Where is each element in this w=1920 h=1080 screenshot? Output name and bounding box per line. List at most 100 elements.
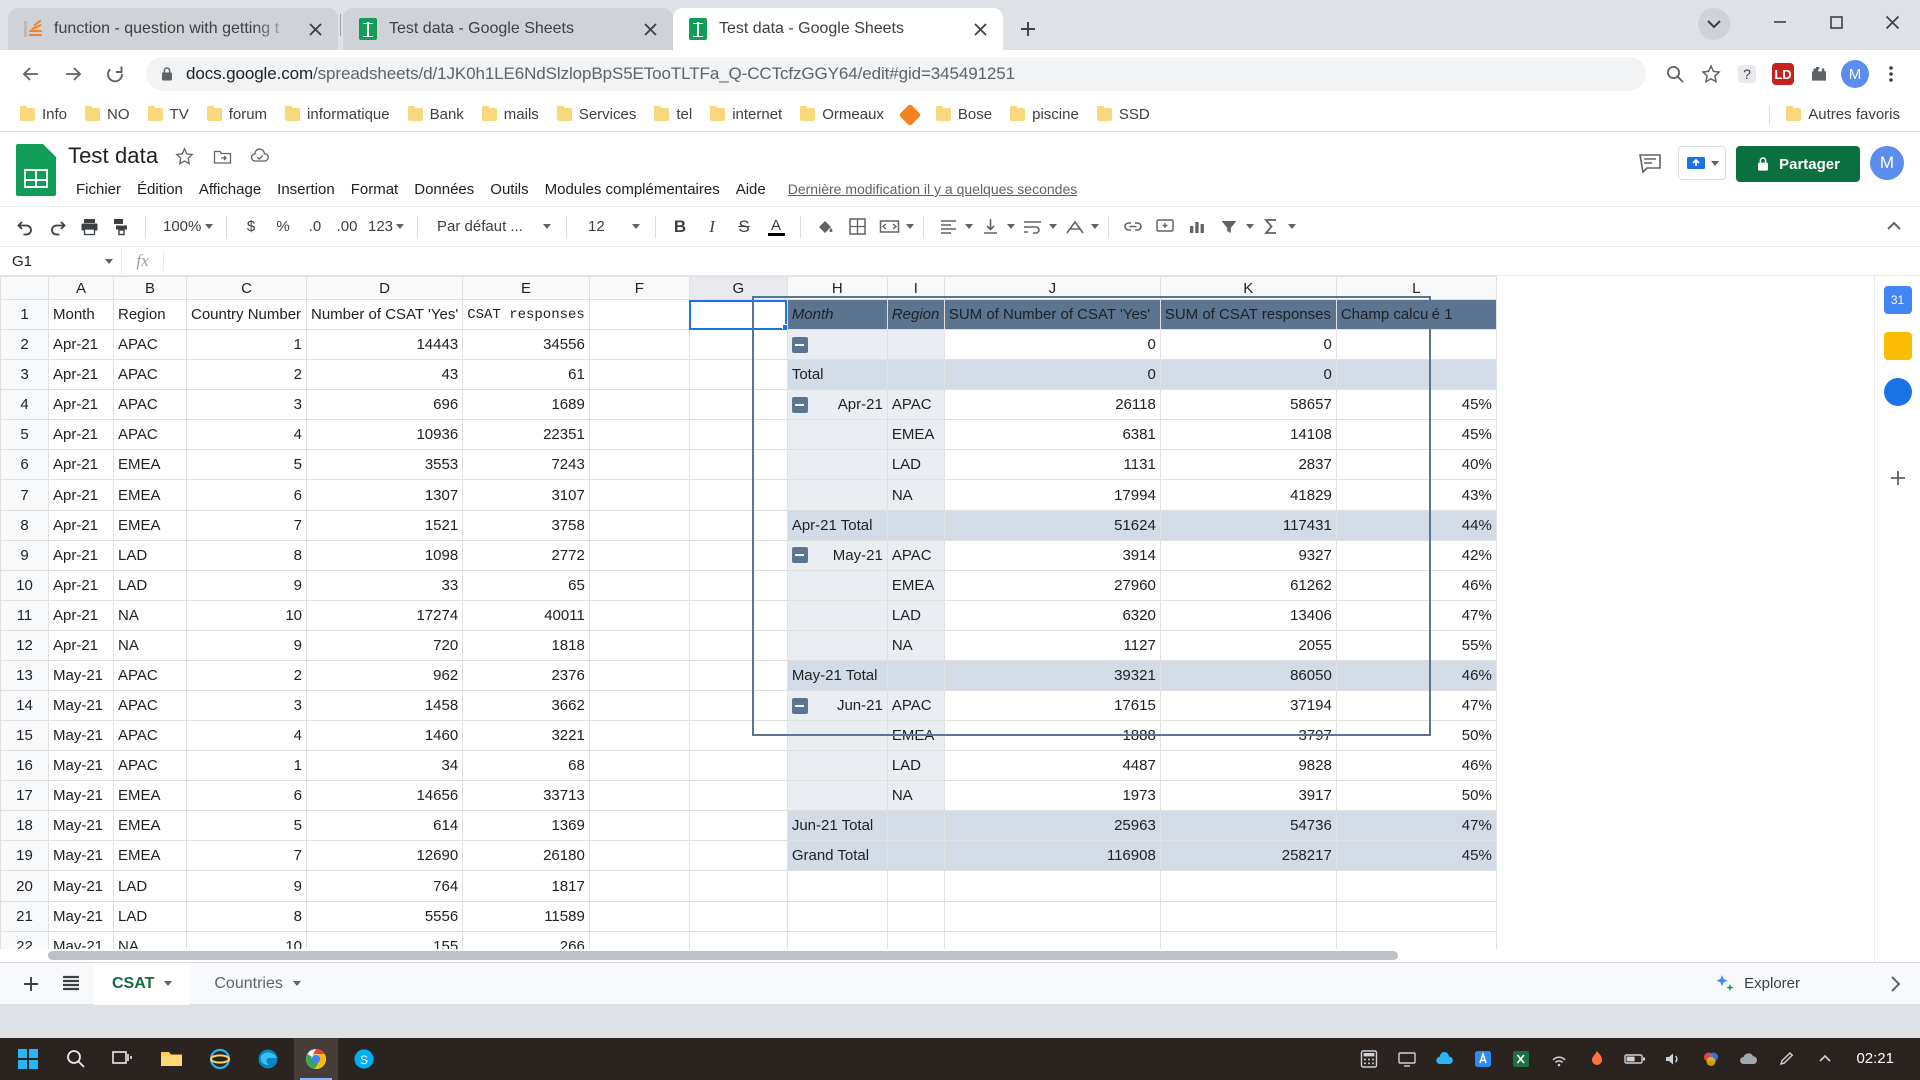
bookmark-services[interactable]: Services — [549, 103, 645, 126]
cell-c12[interactable]: 9 — [186, 629, 307, 661]
cell-e3[interactable]: 61 — [462, 359, 590, 391]
cell-f4[interactable] — [588, 389, 690, 421]
cell-h6[interactable] — [786, 449, 888, 481]
cell-g4[interactable] — [688, 389, 788, 421]
borders-button[interactable] — [842, 212, 872, 242]
share-button[interactable]: Partager — [1736, 146, 1860, 182]
cell-c20[interactable]: 9 — [186, 870, 307, 902]
column-header-k[interactable]: K — [1159, 276, 1337, 300]
cell-i7-pivot-region[interactable]: NA — [886, 479, 945, 511]
increase-decimal-button[interactable]: .00 — [332, 212, 362, 242]
cell-i10-pivot-region[interactable]: EMEA — [886, 569, 945, 601]
cell-k20[interactable] — [1159, 870, 1337, 902]
cell-a16[interactable]: May-21 — [48, 750, 114, 782]
menu-insertion[interactable]: Insertion — [269, 177, 343, 202]
cell-e4[interactable]: 1689 — [462, 389, 590, 421]
cell-k1-pivot-sum-resp-header[interactable]: SUM of CSAT responses — [1159, 298, 1337, 331]
cell-l21[interactable] — [1335, 900, 1497, 932]
chevron-down-icon[interactable] — [906, 224, 915, 229]
column-header-g[interactable]: G — [688, 276, 788, 300]
menu-fichier[interactable]: Fichier — [68, 177, 129, 202]
text-rotation-button[interactable] — [1059, 212, 1089, 242]
cell-d1[interactable]: Number of CSAT 'Yes' — [305, 298, 464, 331]
cell-f8[interactable] — [588, 509, 690, 541]
cell-i11-pivot-region[interactable]: LAD — [886, 599, 945, 631]
cell-j1-pivot-sum-yes-header[interactable]: SUM of Number of CSAT 'Yes' — [943, 298, 1161, 331]
calendar-icon[interactable]: 31 — [1883, 286, 1912, 314]
cell-k15[interactable]: 3797 — [1159, 720, 1337, 752]
flame-icon[interactable] — [1580, 1038, 1614, 1080]
text-color-button[interactable]: A — [761, 212, 791, 242]
cell-j19[interactable]: 116908 — [943, 840, 1161, 872]
cell-a7[interactable]: Apr-21 — [48, 479, 114, 511]
name-box[interactable]: G1 — [0, 247, 122, 275]
row-header[interactable]: 12 — [0, 629, 49, 661]
cell-g15[interactable] — [688, 720, 788, 752]
all-sheets-button[interactable] — [54, 967, 88, 1001]
cell-d3[interactable]: 43 — [305, 359, 464, 391]
bookmark-ssd[interactable]: SSD — [1089, 103, 1158, 126]
cell-h20[interactable] — [786, 870, 888, 902]
last-modification-label[interactable]: Dernière modification il y a quelques se… — [788, 181, 1078, 197]
cell-b14[interactable]: APAC — [113, 690, 187, 722]
cell-e15[interactable]: 3221 — [462, 720, 590, 752]
cell-e5[interactable]: 22351 — [462, 419, 590, 451]
cell-f9[interactable] — [588, 539, 690, 571]
cell-j20[interactable] — [943, 870, 1161, 902]
select-all-corner[interactable] — [0, 276, 49, 300]
cell-i16-pivot-region[interactable]: LAD — [886, 750, 945, 782]
address-bar[interactable]: docs.google.com/spreadsheets/d/1JK0h1LE6… — [146, 57, 1646, 91]
search-icon[interactable] — [54, 1038, 98, 1080]
cell-k13[interactable]: 86050 — [1159, 659, 1337, 692]
cell-c6[interactable]: 5 — [186, 449, 307, 481]
close-icon[interactable] — [967, 16, 993, 42]
more-formats-button[interactable]: 123 — [364, 212, 408, 242]
cell-f21[interactable] — [588, 900, 690, 932]
close-window-button[interactable] — [1864, 0, 1920, 44]
browser-tab-sheets-1[interactable]: Test data - Google Sheets — [343, 8, 673, 50]
bookmark-mails[interactable]: mails — [474, 103, 547, 126]
bookmark-piscine[interactable]: piscine — [1002, 103, 1087, 126]
present-icon[interactable] — [1685, 152, 1707, 174]
column-header-d[interactable]: D — [305, 276, 464, 300]
cell-d18[interactable]: 614 — [305, 810, 464, 842]
percent-format-button[interactable]: % — [268, 212, 298, 242]
cell-h4-pivot-month[interactable]: Apr-21 — [786, 389, 888, 421]
cell-e2[interactable]: 34556 — [462, 329, 590, 361]
cell-c2[interactable]: 1 — [186, 329, 307, 361]
cell-a21[interactable]: May-21 — [48, 900, 114, 932]
cell-l11[interactable]: 47% — [1335, 599, 1497, 631]
cell-i4-pivot-region[interactable]: APAC — [886, 389, 945, 421]
insert-chart-button[interactable] — [1182, 212, 1212, 242]
row-header[interactable]: 2 — [0, 329, 49, 361]
cell-g8[interactable] — [688, 509, 788, 541]
cell-h1-pivot-month-header[interactable]: Month — [786, 298, 888, 331]
cell-c5[interactable]: 4 — [186, 419, 307, 451]
font-size-selector[interactable]: 12 — [576, 212, 646, 242]
cell-e16[interactable]: 68 — [462, 750, 590, 782]
cell-e21[interactable]: 11589 — [462, 900, 590, 932]
cell-g13[interactable] — [688, 659, 788, 692]
cell-i13[interactable] — [886, 659, 945, 692]
cell-a10[interactable]: Apr-21 — [48, 569, 114, 601]
currency-format-button[interactable]: $ — [236, 212, 266, 242]
cell-b20[interactable]: LAD — [113, 870, 187, 902]
cell-h16[interactable] — [786, 750, 888, 782]
cell-d19[interactable]: 12690 — [305, 840, 464, 872]
wifi-icon[interactable] — [1542, 1038, 1576, 1080]
cell-i8[interactable] — [886, 509, 945, 541]
cell-h21[interactable] — [786, 900, 888, 932]
cloud-saved-icon[interactable] — [248, 144, 272, 168]
pen-icon[interactable] — [1770, 1038, 1804, 1080]
row-header[interactable]: 13 — [0, 659, 49, 692]
cell-f17[interactable] — [588, 780, 690, 812]
row-header[interactable]: 5 — [0, 419, 49, 451]
cell-f6[interactable] — [588, 449, 690, 481]
cell-h3-pivot-total-label[interactable]: Total — [786, 359, 888, 391]
cell-d11[interactable]: 17274 — [305, 599, 464, 631]
cell-f3[interactable] — [588, 359, 690, 391]
cell-e20[interactable]: 1817 — [462, 870, 590, 902]
cell-d4[interactable]: 696 — [305, 389, 464, 421]
cell-b2[interactable]: APAC — [113, 329, 187, 361]
cell-i6-pivot-region[interactable]: LAD — [886, 449, 945, 481]
